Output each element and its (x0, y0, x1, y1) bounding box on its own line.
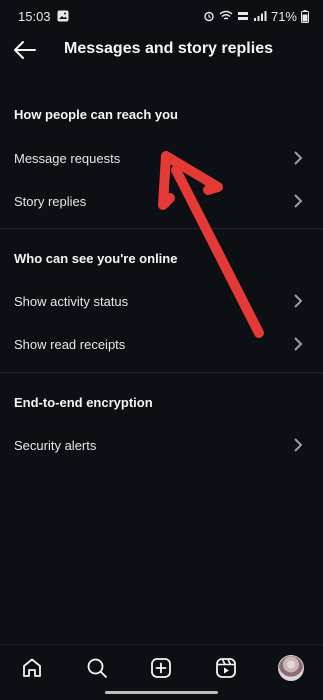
home-icon (23, 658, 42, 677)
reels-icon (216, 658, 236, 678)
nav-search[interactable] (81, 652, 113, 684)
home-indicator (105, 691, 218, 694)
page-title: Messages and story replies (64, 40, 273, 57)
gallery-notification-icon (57, 10, 69, 22)
section-heading-reach: How people can reach you (14, 107, 178, 122)
row-label: Show activity status (14, 293, 129, 309)
chevron-right-icon (293, 438, 303, 452)
section-divider (0, 372, 323, 373)
row-label: Message requests (14, 150, 121, 166)
row-label: Security alerts (14, 437, 97, 453)
security-alerts-row[interactable]: Security alerts (0, 427, 323, 463)
nav-home[interactable] (16, 652, 48, 684)
show-read-receipts-row[interactable]: Show read receipts (0, 326, 323, 362)
nav-profile[interactable] (275, 652, 307, 684)
profile-avatar (277, 655, 304, 681)
chevron-right-icon (293, 194, 303, 208)
battery-percentage: 71% (270, 8, 297, 24)
header: Messages and story replies (0, 32, 323, 68)
nav-create[interactable] (145, 652, 177, 684)
battery-icon (301, 9, 309, 23)
row-label: Show read receipts (14, 336, 126, 352)
chevron-right-icon (293, 337, 303, 351)
volte-icon (237, 10, 249, 22)
chevron-right-icon (293, 294, 303, 308)
section-heading-online: Who can see you're online (14, 251, 178, 266)
wifi-icon (219, 10, 233, 22)
row-label: Story replies (14, 193, 87, 209)
status-time: 15:03 (18, 8, 51, 24)
message-requests-row[interactable]: Message requests (0, 140, 323, 176)
alarm-icon (203, 10, 215, 22)
section-heading-encryption: End-to-end encryption (14, 395, 153, 410)
status-bar: 15:03 71% (0, 0, 323, 32)
back-arrow-icon (14, 41, 36, 59)
chevron-right-icon (293, 151, 303, 165)
nav-reels[interactable] (210, 652, 242, 684)
back-button[interactable] (12, 37, 38, 63)
show-activity-status-row[interactable]: Show activity status (0, 283, 323, 319)
create-icon (151, 658, 172, 678)
story-replies-row[interactable]: Story replies (0, 183, 323, 219)
section-divider (0, 228, 323, 229)
search-icon (87, 658, 107, 678)
signal-icon (253, 10, 267, 22)
bottom-nav (0, 644, 323, 691)
